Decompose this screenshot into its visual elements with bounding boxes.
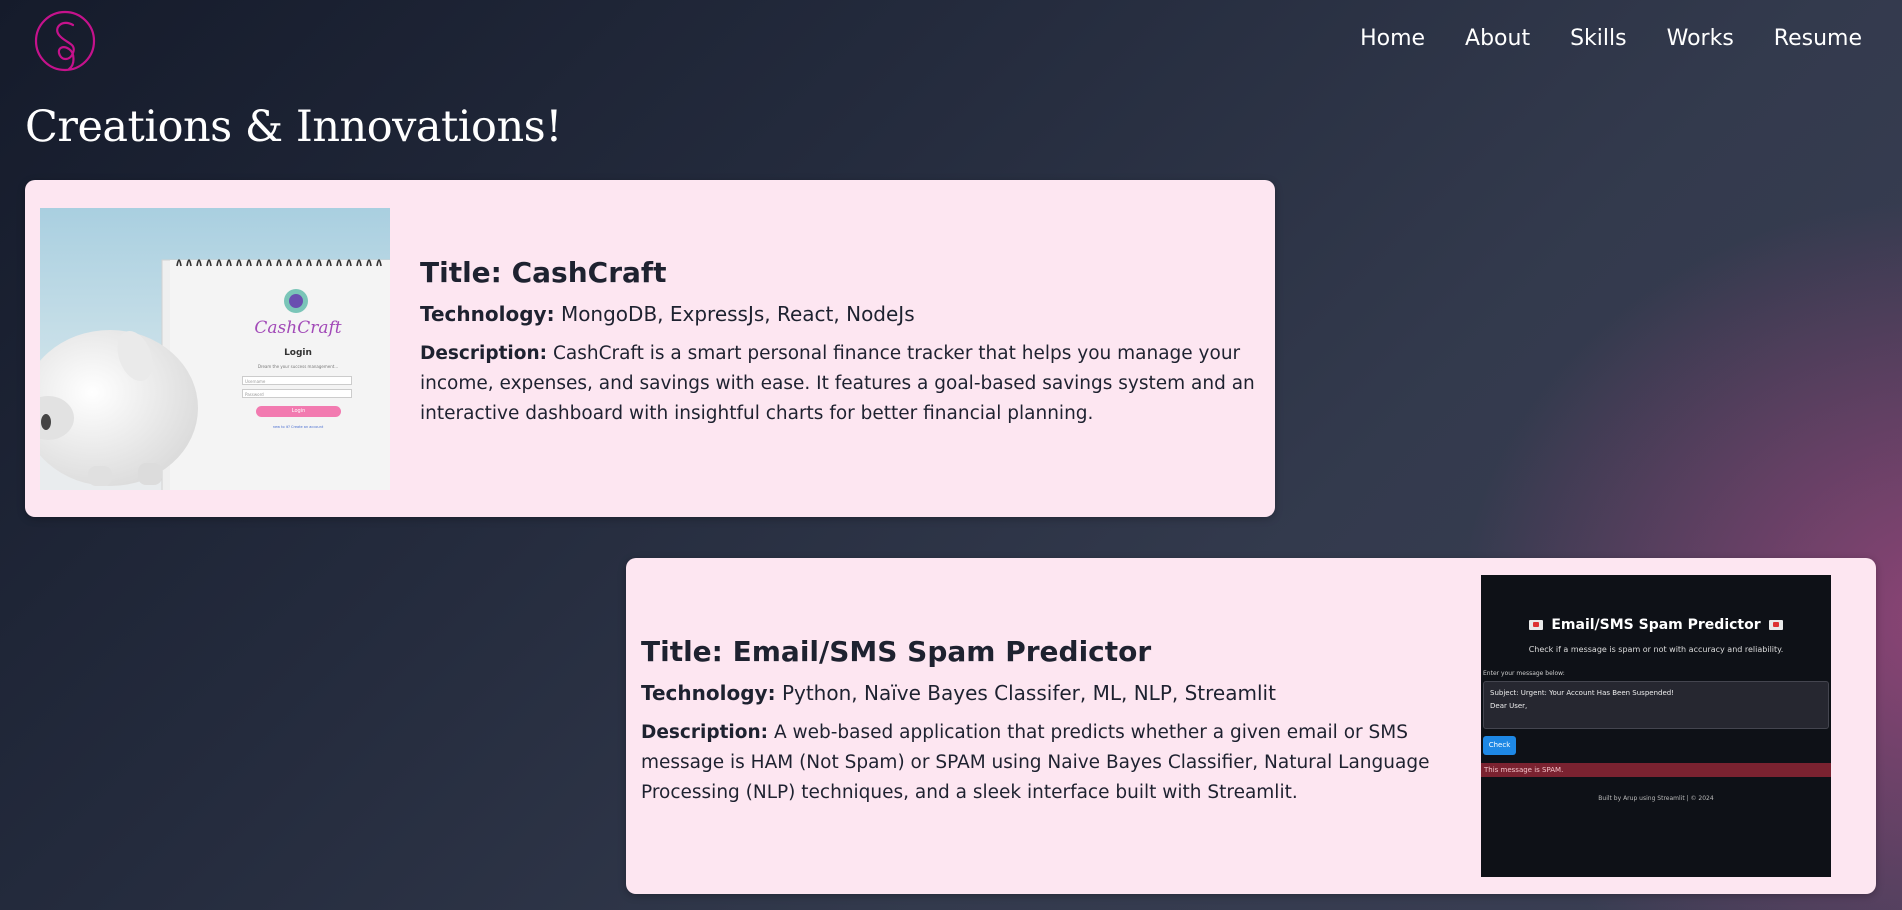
project-card-cashcraft[interactable]: CashCraft Login Dream the your success m… [25, 180, 1275, 517]
page-heading: Creations & Innovations! [25, 102, 563, 152]
spam-check-button: Check [1483, 736, 1516, 755]
spam-message-line2: Dear User, [1490, 702, 1528, 710]
project-description: Description: A web-based application tha… [641, 718, 1471, 808]
cashcraft-username-field: Username [242, 376, 352, 385]
nav-about[interactable]: About [1465, 26, 1530, 51]
project-screenshot-cashcraft[interactable]: CashCraft Login Dream the your success m… [40, 208, 390, 490]
project-text-spam-predictor: Title: Email/SMS Spam Predictor Technolo… [641, 635, 1471, 808]
main-nav: Home About Skills Works Resume [1360, 26, 1862, 51]
project-technology: Technology: MongoDB, ExpressJs, React, N… [420, 302, 1260, 326]
spam-result-bar: This message is SPAM. [1481, 763, 1831, 777]
nav-works[interactable]: Works [1667, 26, 1734, 51]
cashcraft-brand: CashCraft [254, 318, 342, 338]
technology-label: Technology: [641, 681, 776, 705]
spam-app-subheading: Check if a message is spam or not with a… [1528, 645, 1784, 654]
envelope-icon [1529, 620, 1544, 630]
description-label: Description: [641, 722, 769, 743]
nav-resume[interactable]: Resume [1774, 26, 1862, 51]
nav-skills[interactable]: Skills [1570, 26, 1627, 51]
logo-icon[interactable] [33, 9, 97, 73]
project-technology: Technology: Python, Naïve Bayes Classife… [641, 681, 1471, 705]
cashcraft-signup-link: new to it? Create an account [272, 425, 324, 429]
cashcraft-tagline: Dream the your success management... [257, 364, 339, 369]
project-description: Description: CashCraft is a smart person… [420, 339, 1260, 429]
description-label: Description: [420, 343, 548, 364]
project-card-spam-predictor[interactable]: Title: Email/SMS Spam Predictor Technolo… [626, 558, 1876, 894]
cashcraft-password-field: Password [242, 389, 352, 398]
nav-home[interactable]: Home [1360, 26, 1425, 51]
project-title: Title: Email/SMS Spam Predictor [641, 635, 1152, 668]
technology-value: Python, Naïve Bayes Classifer, ML, NLP, … [781, 681, 1276, 705]
envelope-icon [1768, 620, 1783, 630]
spam-footer: Built by Arup using Streamlit | © 2024 [1598, 795, 1714, 802]
cashcraft-login-heading: Login [284, 348, 312, 358]
technology-label: Technology: [420, 302, 555, 326]
cashcraft-login-button: Login [256, 406, 341, 417]
project-screenshot-spam-predictor[interactable]: Email/SMS Spam Predictor Check if a mess… [1481, 575, 1831, 877]
spam-message-textarea: Subject: Urgent: Your Account Has Been S… [1483, 681, 1829, 729]
spam-heading-row: Email/SMS Spam Predictor [1481, 617, 1831, 633]
project-text-cashcraft: Title: CashCraft Technology: MongoDB, Ex… [420, 256, 1260, 429]
project-title: Title: CashCraft [420, 256, 667, 289]
spam-input-label: Enter your message below: [1483, 670, 1565, 677]
spam-message-line1: Subject: Urgent: Your Account Has Been S… [1490, 689, 1675, 697]
technology-value: MongoDB, ExpressJs, React, NodeJs [560, 302, 915, 326]
spam-app-heading: Email/SMS Spam Predictor [1551, 617, 1761, 633]
